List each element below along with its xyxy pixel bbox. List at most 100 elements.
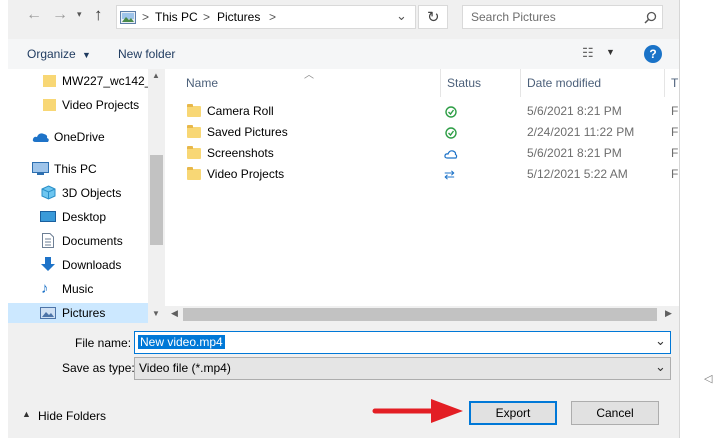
column-header-date[interactable]: Date modified — [527, 69, 601, 97]
scroll-down-icon[interactable]: ▼ — [152, 309, 160, 318]
file-date: 2/24/2021 11:22 PM — [527, 125, 635, 139]
nav-scrollbar[interactable]: ▲ ▼ — [148, 69, 165, 323]
column-divider[interactable] — [664, 69, 665, 97]
export-label: Export — [495, 406, 531, 420]
file-type: F — [671, 167, 679, 181]
back-icon[interactable]: ← — [26, 6, 42, 24]
organize-label: Organize — [27, 47, 76, 61]
background-panel: ◁ — [679, 0, 728, 438]
up-icon[interactable]: ↑ — [94, 5, 103, 25]
address-dropdown-icon[interactable]: ⌄ — [396, 8, 407, 24]
file-name: Screenshots — [207, 146, 274, 160]
red-arrow-icon — [372, 399, 463, 423]
organize-button[interactable]: Organize ▼ — [27, 47, 91, 61]
file-row[interactable]: Saved Pictures 2/24/2021 11:22 PM F — [165, 122, 679, 143]
column-header-type[interactable]: T — [671, 69, 678, 97]
nav-item-label: Downloads — [62, 258, 122, 272]
view-dropdown-icon[interactable]: ▼ — [606, 47, 615, 57]
folder-icon — [187, 104, 201, 117]
forward-icon[interactable]: → — [52, 6, 68, 24]
nav-item-label: 3D Objects — [62, 186, 122, 200]
view-options-icon[interactable]: ☷ — [582, 45, 594, 61]
file-name: Camera Roll — [207, 104, 274, 118]
save-as-type-select[interactable]: Video file (*.mp4) ⌄ — [134, 357, 671, 380]
chevron-down-icon[interactable]: ⌄ — [655, 333, 666, 349]
help-icon: ? — [649, 47, 657, 61]
folder-icon — [187, 125, 201, 138]
column-divider[interactable] — [440, 69, 441, 97]
cube-icon — [41, 185, 56, 200]
column-divider[interactable] — [520, 69, 521, 97]
folder-icon — [43, 75, 56, 87]
documents-icon — [42, 233, 54, 248]
hide-folders-button[interactable]: Hide Folders — [38, 409, 106, 423]
chevron-up-icon[interactable]: ▲ — [22, 409, 31, 419]
cancel-label: Cancel — [596, 406, 634, 420]
recent-locations-icon[interactable]: ▾ — [77, 9, 82, 20]
breadcrumb-pictures[interactable]: Pictures — [217, 10, 260, 24]
help-button[interactable]: ? — [644, 45, 662, 63]
cancel-button[interactable]: Cancel — [571, 401, 659, 425]
music-icon: ♪ — [41, 280, 49, 297]
file-list-hscrollbar[interactable]: ◀ ▶ — [165, 306, 679, 323]
file-date: 5/6/2021 8:21 PM — [527, 146, 622, 160]
export-button[interactable]: Export — [469, 401, 557, 425]
file-type: F — [671, 104, 679, 118]
column-header-name[interactable]: Name — [186, 69, 218, 97]
nav-item-label: Pictures — [62, 306, 106, 320]
new-folder-button[interactable]: New folder — [118, 47, 175, 61]
file-row[interactable]: Video Projects ⇄ 5/12/2021 5:22 AM F — [165, 164, 679, 185]
nav-item-label: Music — [62, 282, 94, 296]
file-type: F — [671, 125, 679, 139]
nav-item-label: Desktop — [62, 210, 107, 224]
scroll-left-icon[interactable]: ◀ — [171, 308, 178, 319]
search-icon[interactable] — [644, 11, 657, 24]
column-header-status[interactable]: Status — [447, 69, 481, 97]
chevron-down-icon[interactable]: ⌄ — [655, 359, 666, 375]
synced-check-icon — [445, 127, 457, 139]
nav-item-label: Documents — [62, 234, 123, 248]
pictures-icon — [40, 307, 56, 319]
search-box[interactable]: Search Pictures — [462, 5, 663, 29]
chevron-down-icon: ▼ — [82, 50, 91, 60]
address-bar[interactable]: > This PC > Pictures > ⌄ — [116, 5, 416, 29]
file-name-field[interactable]: New video.mp4 ⌄ — [134, 331, 671, 354]
refresh-button[interactable]: ↻ — [418, 5, 448, 29]
desktop-icon — [40, 211, 56, 222]
breadcrumb-this-pc[interactable]: This PC — [155, 10, 198, 24]
file-name: Video Projects — [207, 167, 285, 181]
breadcrumb-separator: > — [203, 10, 211, 24]
nav-item-label: OneDrive — [54, 130, 105, 144]
computer-icon — [32, 162, 49, 175]
breadcrumb-separator: > — [142, 10, 150, 24]
nav-item-label: Video Projects — [62, 98, 140, 112]
sort-ascending-icon: ︿ — [304, 70, 314, 81]
synced-check-icon — [445, 106, 457, 118]
scroll-up-icon[interactable]: ▲ — [152, 71, 160, 80]
file-name-label: File name: — [75, 336, 132, 350]
command-bar: Organize ▼ New folder ☷ ▼ ? — [8, 39, 679, 70]
scroll-right-icon[interactable]: ▶ — [665, 308, 672, 319]
collapse-arrow-icon[interactable]: ◁ — [704, 372, 712, 385]
file-row[interactable]: Screenshots 5/6/2021 8:21 PM F — [165, 143, 679, 164]
folder-icon — [187, 167, 201, 180]
search-input[interactable]: Search Pictures — [471, 10, 556, 24]
folder-icon — [187, 146, 201, 159]
nav-item-label: This PC — [54, 162, 97, 176]
file-row[interactable]: Camera Roll 5/6/2021 8:21 PM F — [165, 101, 679, 122]
save-as-type-label: Save as type: — [62, 361, 135, 375]
file-name-input[interactable]: New video.mp4 — [138, 335, 225, 349]
file-date: 5/12/2021 5:22 AM — [527, 167, 628, 181]
nav-item-label: MW227_wc142_1 — [62, 74, 148, 88]
downloads-icon — [41, 257, 55, 271]
cloud-icon — [32, 133, 49, 142]
hscroll-thumb[interactable] — [183, 308, 657, 321]
file-date: 5/6/2021 8:21 PM — [527, 104, 622, 118]
refresh-icon: ↻ — [427, 9, 440, 26]
folder-icon — [43, 99, 56, 111]
scroll-thumb[interactable] — [150, 155, 163, 245]
file-list: ︿ Name Status Date modified T Camera Rol… — [165, 69, 679, 323]
breadcrumb-separator: > — [269, 10, 277, 24]
cloud-status-icon — [444, 150, 458, 159]
save-as-type-value: Video file (*.mp4) — [139, 361, 231, 375]
